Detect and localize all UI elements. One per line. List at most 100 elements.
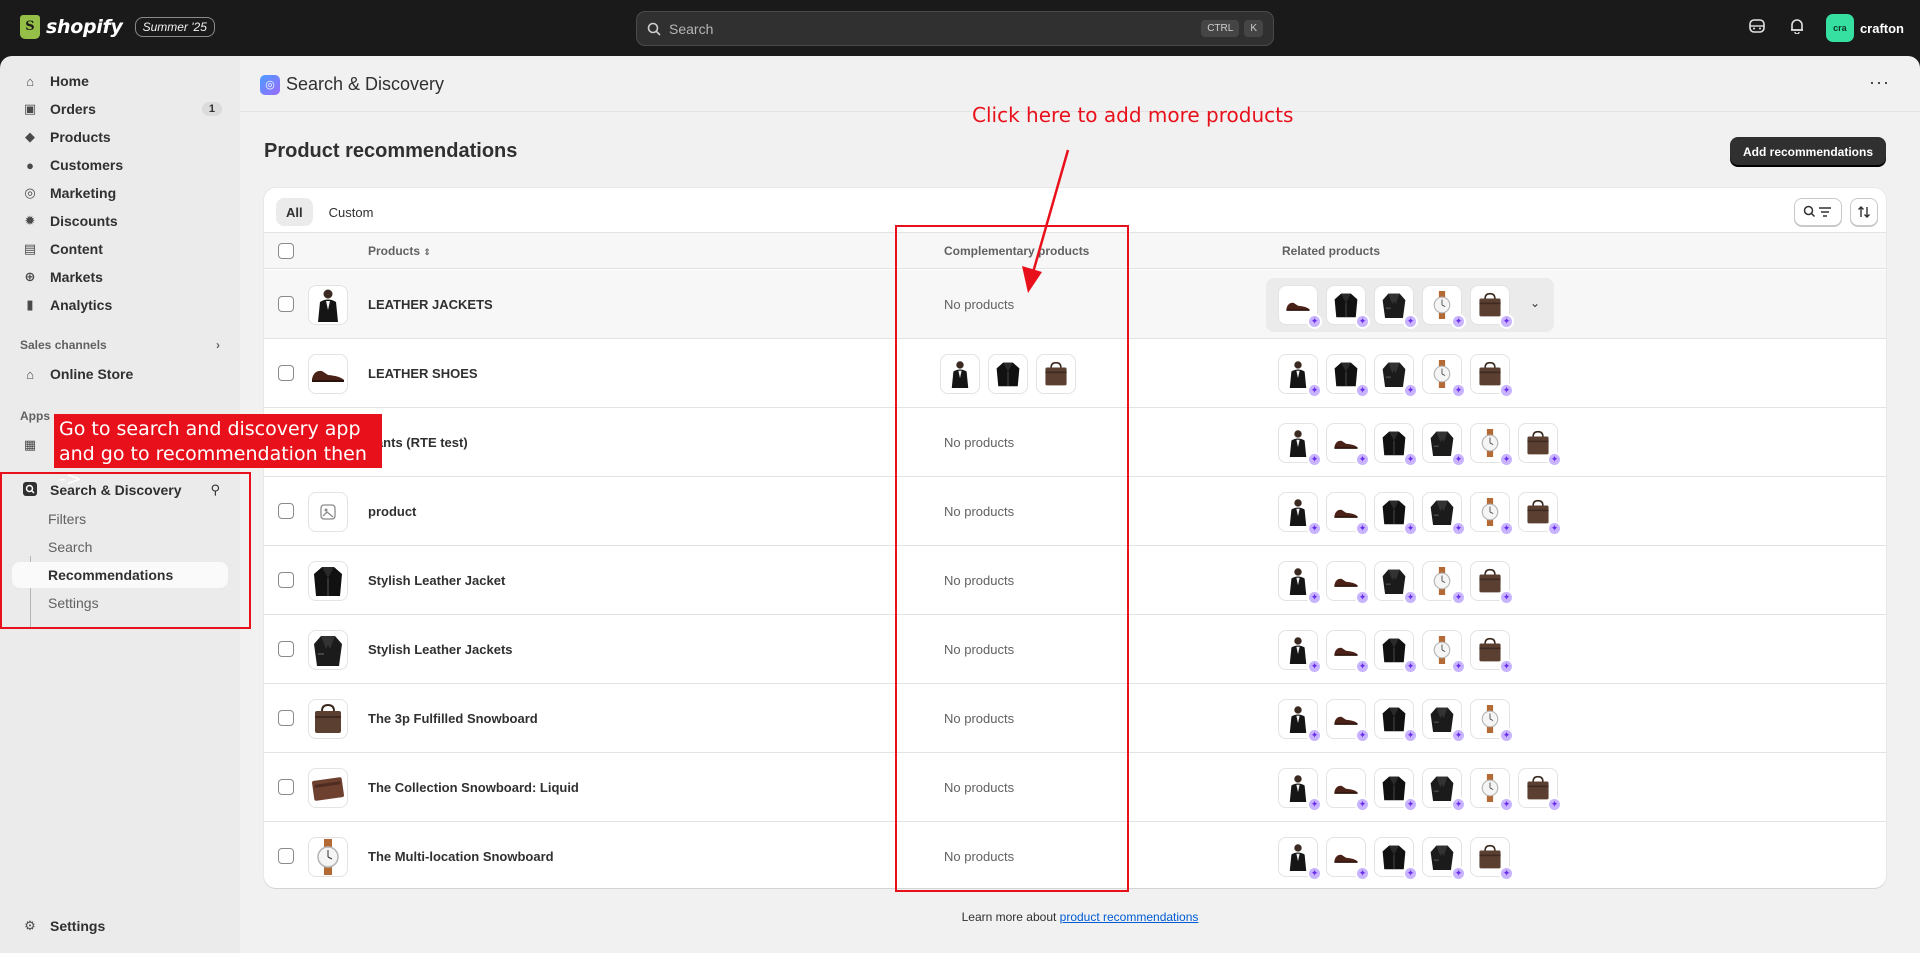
sidebar-item-customers[interactable]: ● Customers <box>12 151 228 179</box>
edition-badge[interactable]: Summer '25 <box>134 17 215 37</box>
leather-bag-icon[interactable]: ✦ <box>1470 630 1514 674</box>
leather-jacket-icon[interactable]: ✦ <box>1326 285 1370 329</box>
watch-icon[interactable]: ✦ <box>1470 423 1514 467</box>
product-name[interactable]: The 3p Fulfilled Snowboard <box>368 711 538 726</box>
product-recommendations-link[interactable]: product recommendations <box>1060 910 1199 924</box>
shopify-logo[interactable]: shopify Summer '25 <box>20 15 215 39</box>
related-products-list[interactable]: ✦ ✦ ✦ ✦ ✦ <box>1278 354 1514 398</box>
related-products-list[interactable]: ✦ ✦ ✦ ✦ ✦ <box>1278 285 1514 329</box>
search-filter-button[interactable] <box>1794 198 1842 226</box>
leather-bag-icon[interactable]: ✦ <box>1518 423 1562 467</box>
product-name[interactable]: The Multi-location Snowboard <box>368 849 554 864</box>
add-recommendations-button[interactable]: Add recommendations <box>1730 137 1886 166</box>
leather-jacket-icon[interactable]: ✦ <box>1374 768 1418 812</box>
leather-jacket-icon[interactable]: ✦ <box>1374 630 1418 674</box>
leather-bag-icon[interactable]: ✦ <box>1518 768 1562 812</box>
watch-icon[interactable]: ✦ <box>1422 354 1466 398</box>
product-name[interactable]: product <box>368 504 416 519</box>
row-checkbox[interactable] <box>278 641 294 657</box>
sidebar-item-markets[interactable]: ⊕ Markets <box>12 263 228 291</box>
sidebar-item-orders[interactable]: ▣ Orders 1 <box>12 95 228 123</box>
product-name[interactable]: Stylish Leather Jackets <box>368 642 513 657</box>
sidebar-item-analytics[interactable]: ▮ Analytics <box>12 291 228 319</box>
leather-jacket-icon[interactable]: ✦ <box>1374 285 1418 329</box>
sidebar-item-settings[interactable]: ⚙ Settings <box>12 912 228 940</box>
row-checkbox[interactable] <box>278 503 294 519</box>
watch-icon[interactable]: ✦ <box>1470 699 1514 743</box>
man-in-jacket-icon[interactable]: ✦ <box>1278 630 1322 674</box>
related-products-list[interactable]: ✦ ✦ ✦ ✦ ✦ ✦ <box>1278 492 1562 536</box>
leather-shoe-icon[interactable]: ✦ <box>1326 561 1370 605</box>
product-name[interactable]: LEATHER SHOES <box>368 366 478 381</box>
tab-all[interactable]: All <box>276 198 313 226</box>
sort-button[interactable] <box>1850 198 1878 226</box>
row-checkbox[interactable] <box>278 779 294 795</box>
watch-icon[interactable]: ✦ <box>1470 492 1514 536</box>
watch-icon[interactable]: ✦ <box>1470 768 1514 812</box>
select-all-checkbox[interactable] <box>278 243 294 259</box>
sidekick-icon[interactable] <box>1746 18 1768 38</box>
product-name[interactable]: pants (RTE test) <box>368 435 468 450</box>
global-search[interactable]: CTRL K <box>636 11 1274 46</box>
leather-shoe-icon[interactable]: ✦ <box>1326 423 1370 467</box>
leather-shoe-icon[interactable]: ✦ <box>1326 630 1370 674</box>
bell-icon[interactable] <box>1786 18 1808 39</box>
search-input[interactable] <box>669 20 1197 37</box>
sales-channels-heading[interactable]: Sales channels › <box>20 338 220 352</box>
leather-jacket-icon[interactable]: ✦ <box>1326 354 1370 398</box>
related-products-list[interactable]: ✦ ✦ ✦ ✦ ✦ ✦ <box>1278 423 1562 467</box>
more-actions-icon[interactable]: ··· <box>1869 72 1890 93</box>
row-checkbox[interactable] <box>278 296 294 312</box>
leather-jacket-icon[interactable]: ✦ <box>1422 837 1466 881</box>
leather-bag-icon[interactable]: ✦ <box>1470 837 1514 881</box>
leather-jacket-icon[interactable]: ✦ <box>1422 699 1466 743</box>
leather-shoe-icon[interactable]: ✦ <box>1278 285 1322 329</box>
product-name[interactable]: LEATHER JACKETS <box>368 297 493 312</box>
leather-jacket-icon[interactable]: ✦ <box>1374 423 1418 467</box>
man-in-jacket-icon[interactable]: ✦ <box>1278 423 1322 467</box>
sidebar-item-discounts[interactable]: ✹ Discounts <box>12 207 228 235</box>
leather-bag-icon[interactable]: ✦ <box>1470 354 1514 398</box>
related-products-list[interactable]: ✦ ✦ ✦ ✦ ✦ <box>1278 837 1514 881</box>
chevron-down-icon[interactable]: ⌄ <box>1530 296 1540 310</box>
row-checkbox[interactable] <box>278 848 294 864</box>
leather-shoe-icon[interactable]: ✦ <box>1326 699 1370 743</box>
related-products-list[interactable]: ✦ ✦ ✦ ✦ ✦ <box>1278 630 1514 674</box>
leather-shoe-icon[interactable]: ✦ <box>1326 492 1370 536</box>
row-checkbox[interactable] <box>278 572 294 588</box>
watch-icon[interactable]: ✦ <box>1422 285 1466 329</box>
leather-jacket-icon[interactable]: ✦ <box>1374 561 1418 605</box>
watch-icon[interactable]: ✦ <box>1422 561 1466 605</box>
leather-shoe-icon[interactable]: ✦ <box>1326 837 1370 881</box>
leather-bag-icon[interactable]: ✦ <box>1470 285 1514 329</box>
leather-jacket-icon[interactable]: ✦ <box>1422 768 1466 812</box>
leather-jacket-icon[interactable]: ✦ <box>1374 354 1418 398</box>
man-in-jacket-icon[interactable]: ✦ <box>1278 354 1322 398</box>
sidebar-item-home[interactable]: ⌂ Home <box>12 67 228 95</box>
leather-bag-icon[interactable]: ✦ <box>1518 492 1562 536</box>
sidebar-item-online-store[interactable]: ⌂ Online Store <box>12 360 228 388</box>
man-in-jacket-icon[interactable]: ✦ <box>1278 492 1322 536</box>
product-name[interactable]: The Collection Snowboard: Liquid <box>368 780 579 795</box>
leather-shoe-icon[interactable]: ✦ <box>1326 768 1370 812</box>
man-in-jacket-icon[interactable]: ✦ <box>1278 561 1322 605</box>
leather-bag-icon[interactable]: ✦ <box>1470 561 1514 605</box>
leather-jacket-icon[interactable]: ✦ <box>1374 837 1418 881</box>
related-products-list[interactable]: ✦ ✦ ✦ ✦ ✦ ✦ <box>1278 768 1562 812</box>
man-in-jacket-icon[interactable]: ✦ <box>1278 699 1322 743</box>
user-menu[interactable]: cra crafton <box>1825 14 1904 42</box>
row-checkbox[interactable] <box>278 710 294 726</box>
leather-jacket-icon[interactable]: ✦ <box>1374 699 1418 743</box>
leather-jacket-icon[interactable]: ✦ <box>1374 492 1418 536</box>
product-name[interactable]: Stylish Leather Jacket <box>368 573 505 588</box>
related-products-list[interactable]: ✦ ✦ ✦ ✦ ✦ <box>1278 561 1514 605</box>
sidebar-item-marketing[interactable]: ◎ Marketing <box>12 179 228 207</box>
row-checkbox[interactable] <box>278 365 294 381</box>
tab-custom[interactable]: Custom <box>319 198 384 226</box>
related-products-list[interactable]: ✦ ✦ ✦ ✦ ✦ <box>1278 699 1514 743</box>
leather-jacket-icon[interactable]: ✦ <box>1422 492 1466 536</box>
sidebar-item-content[interactable]: ▤ Content <box>12 235 228 263</box>
man-in-jacket-icon[interactable]: ✦ <box>1278 837 1322 881</box>
man-in-jacket-icon[interactable]: ✦ <box>1278 768 1322 812</box>
sidebar-item-products[interactable]: ◆ Products <box>12 123 228 151</box>
